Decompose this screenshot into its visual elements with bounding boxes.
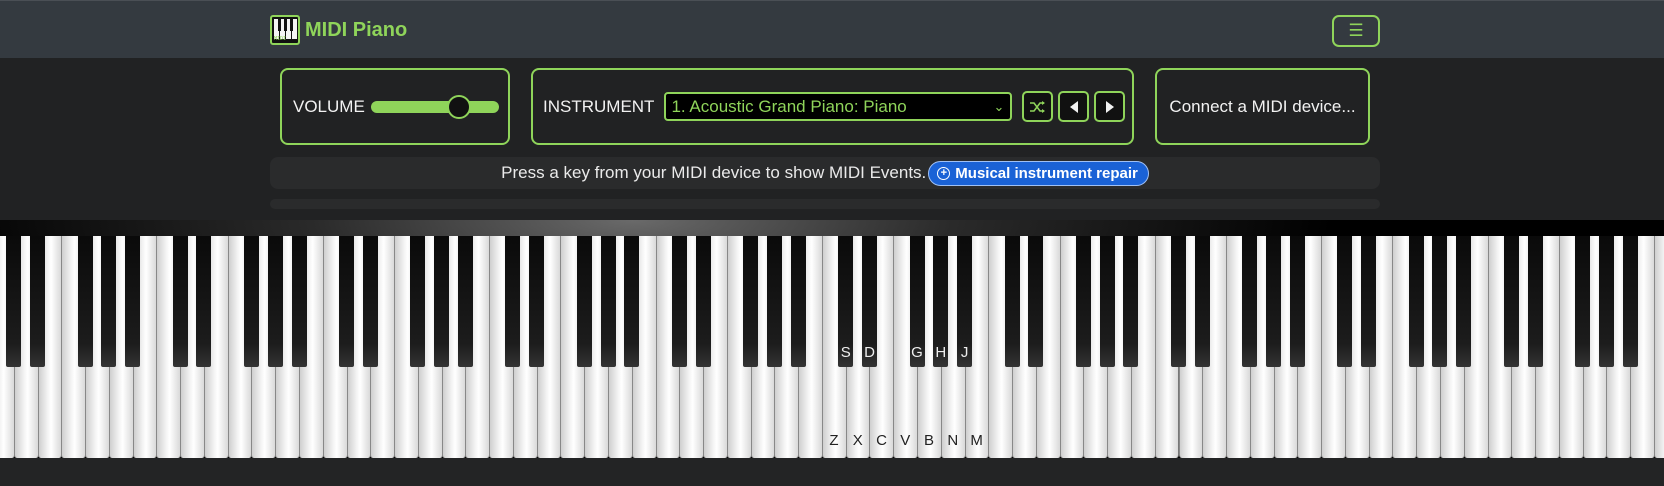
- black-key[interactable]: [125, 236, 141, 367]
- midi-events-text: Press a key from your MIDI device to sho…: [501, 163, 927, 182]
- black-key[interactable]: [30, 236, 46, 367]
- black-key[interactable]: [1004, 236, 1020, 367]
- black-key[interactable]: [1456, 236, 1472, 367]
- black-key[interactable]: [671, 236, 687, 367]
- black-key[interactable]: [457, 236, 473, 367]
- black-key[interactable]: [529, 236, 545, 367]
- next-instrument-button[interactable]: [1094, 91, 1126, 122]
- black-key[interactable]: [1123, 236, 1139, 367]
- black-key[interactable]: [1622, 236, 1638, 367]
- black-key[interactable]: [957, 236, 973, 367]
- black-key[interactable]: [1361, 236, 1377, 367]
- black-key[interactable]: [838, 236, 854, 367]
- black-key[interactable]: [267, 236, 283, 367]
- brand[interactable]: MIDI MIDI Piano: [270, 15, 407, 45]
- repair-ad-button[interactable]: + Musical instrument repair: [928, 160, 1149, 186]
- black-key[interactable]: [1028, 236, 1044, 367]
- black-key[interactable]: [1266, 236, 1282, 367]
- black-key[interactable]: [1242, 236, 1258, 367]
- page-footer-strip: [0, 458, 1664, 486]
- instrument-select[interactable]: 1. Acoustic Grand Piano: Piano ⌄: [664, 92, 1013, 121]
- black-key[interactable]: [1337, 236, 1353, 367]
- midi-connect-label[interactable]: Connect a MIDI device...: [1169, 97, 1355, 117]
- black-key[interactable]: [1194, 236, 1210, 367]
- black-key[interactable]: [339, 236, 355, 367]
- black-key[interactable]: [1598, 236, 1614, 367]
- black-key[interactable]: [1171, 236, 1186, 367]
- black-key[interactable]: [1289, 236, 1305, 367]
- black-key[interactable]: [172, 236, 188, 367]
- navbar: MIDI MIDI Piano ☰: [0, 0, 1664, 58]
- chevron-down-icon: ⌄: [993, 99, 1005, 114]
- shuffle-icon: [1029, 100, 1045, 113]
- black-key[interactable]: [743, 236, 759, 367]
- midi-events-log: [270, 199, 1380, 209]
- black-key[interactable]: [77, 236, 93, 367]
- instrument-label: INSTRUMENT: [543, 96, 655, 116]
- black-key[interactable]: [505, 236, 521, 367]
- previous-icon: [1069, 100, 1078, 113]
- black-key[interactable]: [243, 236, 259, 367]
- black-key[interactable]: [1408, 236, 1424, 367]
- black-key[interactable]: [576, 236, 592, 367]
- volume-panel: VOLUME: [280, 68, 510, 145]
- black-key[interactable]: [196, 236, 212, 367]
- brand-name[interactable]: MIDI Piano: [305, 19, 407, 42]
- shuffle-button[interactable]: [1022, 91, 1054, 122]
- black-key[interactable]: [790, 236, 806, 367]
- previous-instrument-button[interactable]: [1058, 91, 1090, 122]
- piano-key-bed: ZXCVBNMSDGHJ: [0, 236, 1664, 458]
- hamburger-icon: ☰: [1348, 21, 1364, 41]
- menu-toggle-button[interactable]: ☰: [1332, 15, 1380, 47]
- black-key[interactable]: [909, 236, 925, 367]
- black-key[interactable]: [410, 236, 426, 367]
- next-icon: [1105, 100, 1114, 113]
- black-key[interactable]: [933, 236, 949, 367]
- piano-logo-icon: MIDI: [270, 15, 300, 45]
- black-key[interactable]: [101, 236, 117, 367]
- black-key[interactable]: [766, 236, 782, 367]
- plus-circle-icon: +: [937, 166, 951, 180]
- black-key[interactable]: [600, 236, 616, 367]
- black-key[interactable]: [434, 236, 450, 367]
- black-key[interactable]: [291, 236, 307, 367]
- midi-connect-panel[interactable]: Connect a MIDI device...: [1155, 68, 1370, 145]
- volume-label: VOLUME: [293, 96, 365, 116]
- black-key[interactable]: [695, 236, 711, 367]
- black-key[interactable]: [1432, 236, 1448, 367]
- black-key[interactable]: [1527, 236, 1543, 367]
- black-key[interactable]: [861, 236, 877, 367]
- black-key[interactable]: [1575, 236, 1591, 367]
- black-key[interactable]: [1503, 236, 1519, 367]
- black-key[interactable]: [624, 236, 640, 367]
- black-key[interactable]: [6, 236, 22, 367]
- midi-events-message: Press a key from your MIDI device to sho…: [270, 157, 1380, 189]
- volume-slider-thumb[interactable]: [446, 94, 471, 119]
- volume-slider[interactable]: [370, 94, 499, 119]
- repair-ad-label: Musical instrument repair: [955, 164, 1138, 182]
- black-key[interactable]: [362, 236, 378, 367]
- logo-text: MIDI: [274, 36, 287, 42]
- black-key[interactable]: [1075, 236, 1091, 367]
- black-key[interactable]: [1099, 236, 1115, 367]
- piano-keyboard: ZXCVBNMSDGHJ: [0, 220, 1664, 472]
- instrument-panel: INSTRUMENT 1. Acoustic Grand Piano: Pian…: [531, 68, 1134, 145]
- instrument-selected-value: 1. Acoustic Grand Piano: Piano: [671, 96, 907, 116]
- white-key[interactable]: [1653, 236, 1664, 458]
